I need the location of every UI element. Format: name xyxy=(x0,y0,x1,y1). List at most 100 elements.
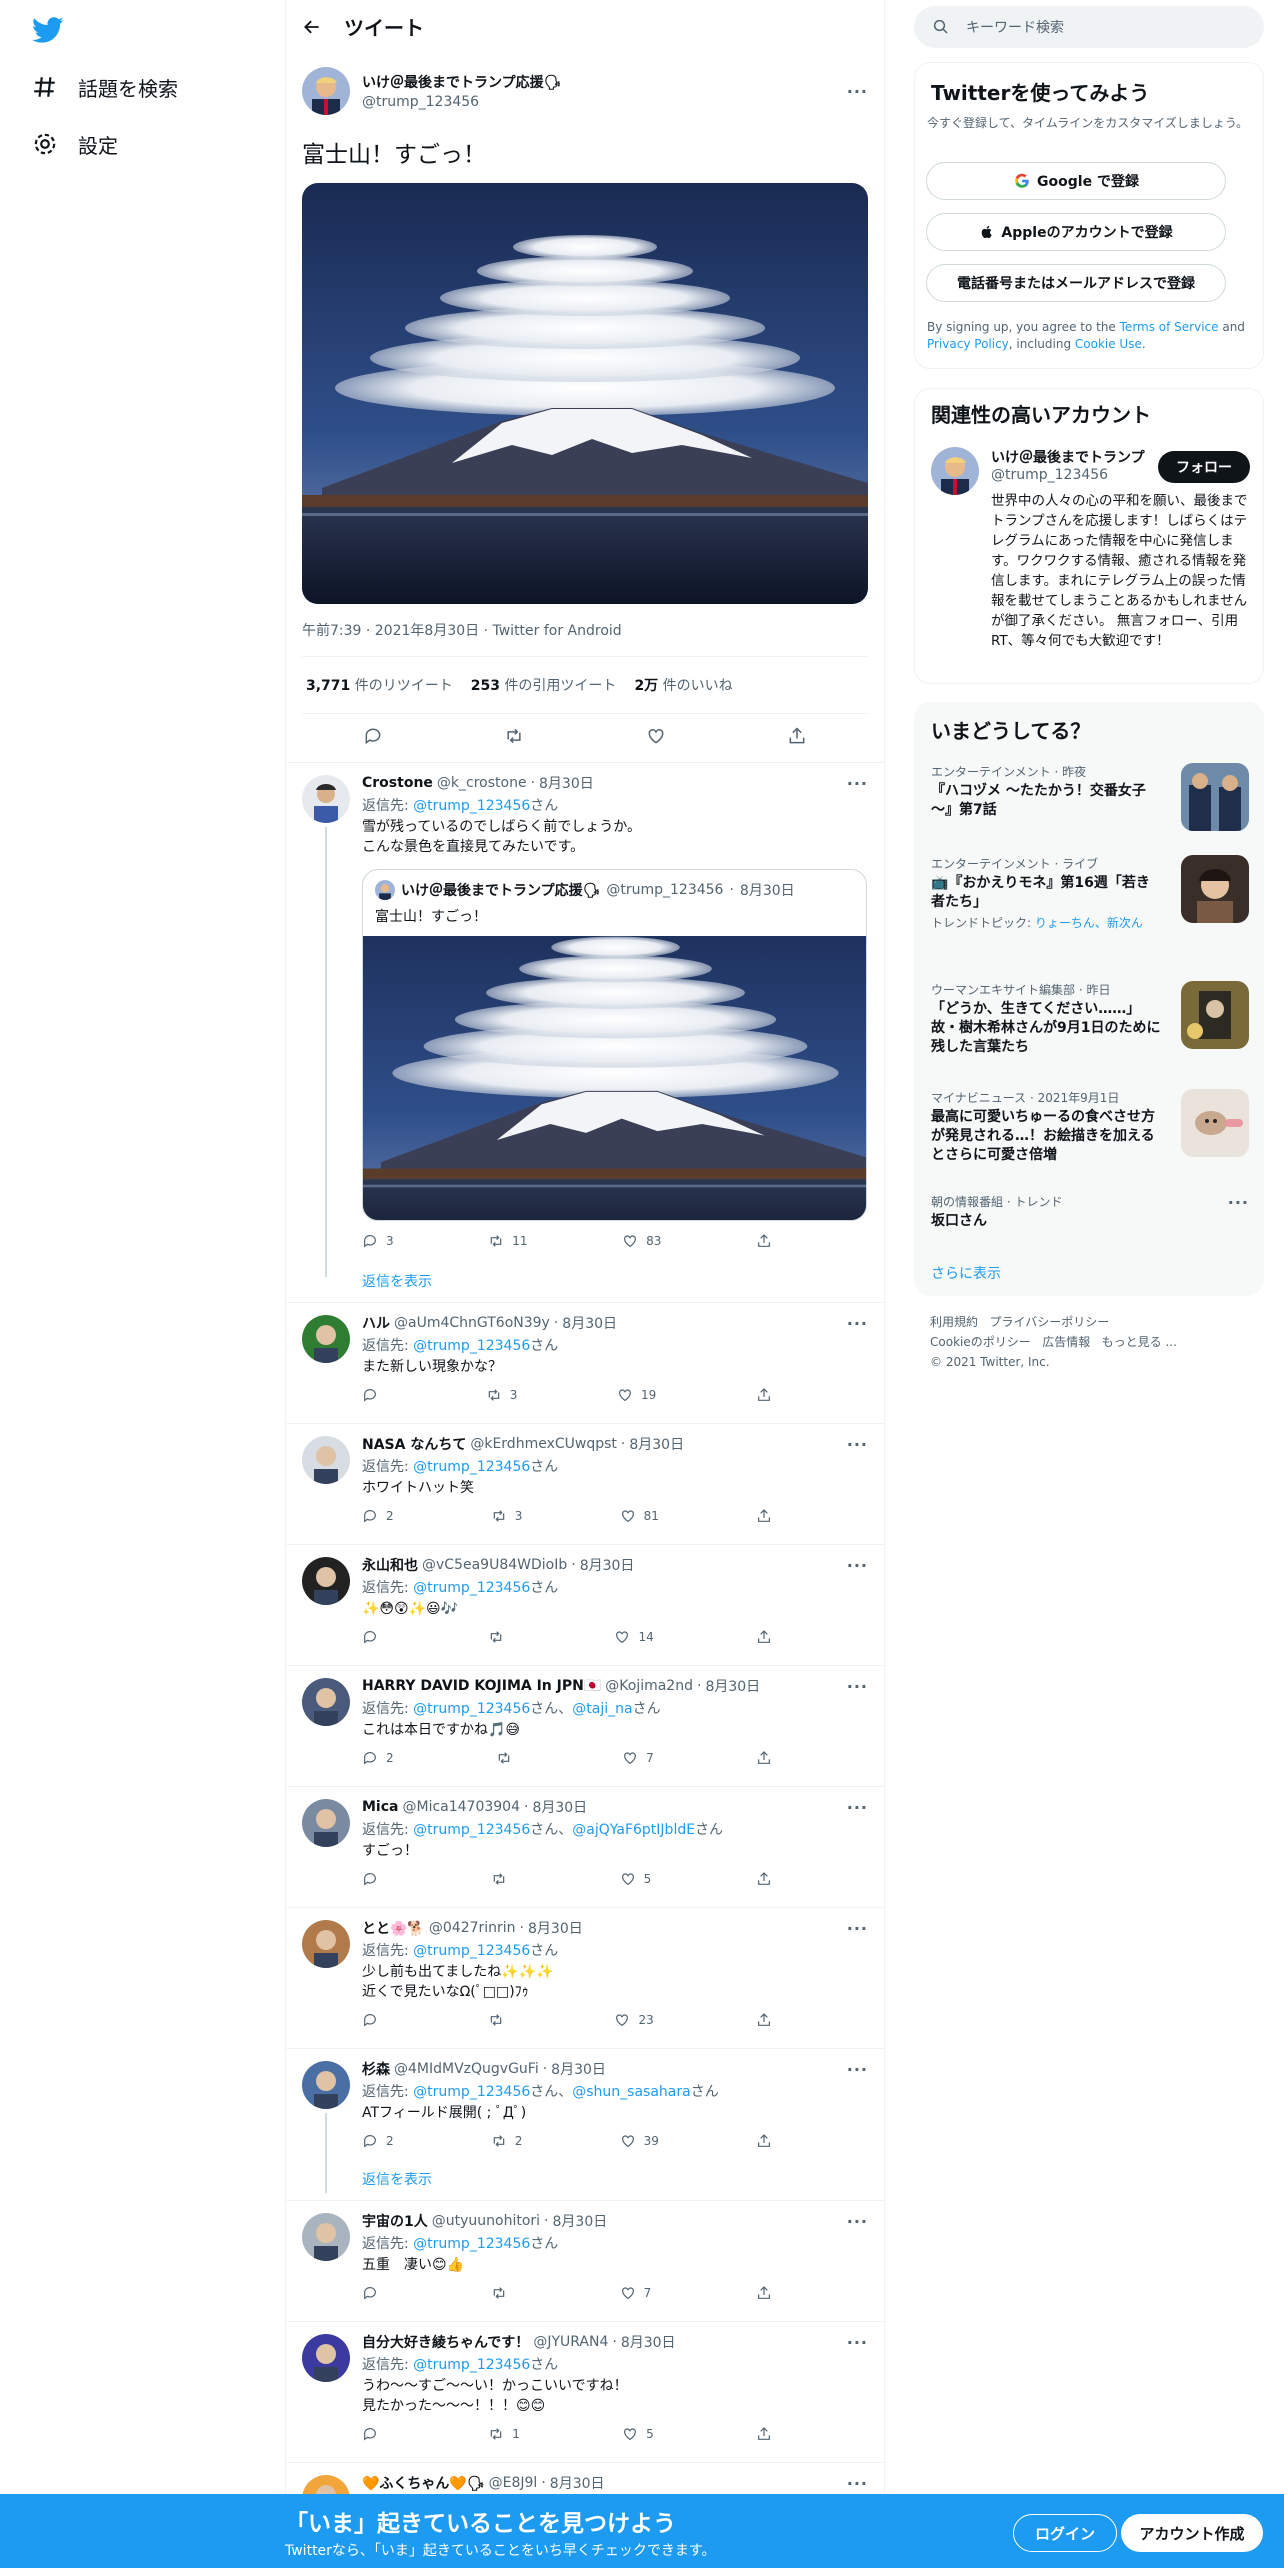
reply-date[interactable]: 8月30日 xyxy=(550,2473,605,2493)
follow-button[interactable]: フォロー xyxy=(1158,451,1250,483)
reply-date[interactable]: 8月30日 xyxy=(553,2211,608,2231)
back-arrow-icon[interactable] xyxy=(302,17,322,37)
reply-tweet[interactable]: 永山和也 @vC5ea9U84WDioIb · 8月30日 ··· 返信先: @trump… xyxy=(286,1545,884,1666)
like-button[interactable]: 7 xyxy=(620,2285,651,2301)
relevant-name[interactable]: いけ＠最後までトランプ xyxy=(991,447,1151,467)
apple-signup-button[interactable]: Appleのアカウントで登録 xyxy=(926,213,1226,251)
avatar[interactable] xyxy=(931,447,979,495)
share-button[interactable] xyxy=(756,2285,772,2301)
trend-item[interactable]: ウーマンエキサイト編集部 · 昨日 「どうか、生きてください……」故・樹木希林さ… xyxy=(931,981,1249,1057)
reply-author-handle[interactable]: @E8J9l xyxy=(489,2475,538,2491)
share-button[interactable] xyxy=(756,1871,772,1887)
reply-button[interactable]: 2 xyxy=(362,1508,394,1524)
reply-button[interactable]: 2 xyxy=(362,1750,394,1766)
avatar[interactable] xyxy=(302,1557,350,1605)
reply-author-handle[interactable]: @vC5ea9U84WDioIb xyxy=(422,1557,567,1573)
like-button[interactable]: 23 xyxy=(614,2012,654,2028)
like-count[interactable]: 2万 件のいいね xyxy=(634,675,732,695)
reply-author-name[interactable]: 宇宙の1人 xyxy=(362,2211,428,2231)
share-button[interactable] xyxy=(756,1629,772,1645)
reply-tweet[interactable]: HARRY DAVID KOJIMA In JPN🇯🇵 @Kojima2nd · 8月… xyxy=(286,1666,884,1787)
retweet-button[interactable] xyxy=(496,1750,520,1766)
mention-link[interactable]: @trump_123456 xyxy=(413,1943,530,1959)
reply-date[interactable]: 8月30日 xyxy=(580,1555,635,1575)
reply-date[interactable]: 8月30日 xyxy=(621,2332,676,2352)
like-button[interactable]: 39 xyxy=(620,2133,659,2149)
reply-author-handle[interactable]: @Mica14703904 xyxy=(402,1799,520,1815)
reply-author-handle[interactable]: @JYURAN4 xyxy=(533,2334,608,2350)
quoted-tweet[interactable]: いけ＠最後までトランプ応援🗣 @trump_123456 · 8月30日 富士山… xyxy=(362,869,867,1221)
heart-icon[interactable] xyxy=(646,726,666,750)
share-button[interactable] xyxy=(756,1387,772,1403)
trend-subtopic-link[interactable]: りょーちん、新次ん xyxy=(1035,916,1143,930)
reply-tweet[interactable]: とと🌸🐕 @0427rinrin · 8月30日 ··· 返信先: @trump_1234… xyxy=(286,1908,884,2049)
retweet-button[interactable]: 3 xyxy=(491,1508,522,1524)
more-icon[interactable]: ··· xyxy=(847,1798,868,1817)
twitter-logo-icon[interactable] xyxy=(32,14,64,46)
retweet-button[interactable]: 2 xyxy=(491,2133,522,2149)
cookie-link[interactable]: Cookie Use xyxy=(1075,337,1142,351)
avatar[interactable] xyxy=(302,1315,350,1363)
reply-author-name[interactable]: HARRY DAVID KOJIMA In JPN🇯🇵 xyxy=(362,1678,601,1694)
reply-button[interactable] xyxy=(362,1871,386,1887)
retweet-button[interactable]: 3 xyxy=(486,1387,517,1403)
retweet-count[interactable]: 3,771 件のリツイート xyxy=(306,675,453,695)
relevant-handle[interactable]: @trump_123456 xyxy=(991,467,1108,483)
avatar[interactable] xyxy=(302,2334,350,2382)
retweet-button[interactable]: 1 xyxy=(488,2426,520,2442)
mention-link[interactable]: @shun_sasahara xyxy=(572,2084,690,2100)
reply-tweet[interactable]: NASA なんちて @kErdhmexCUwqpst · 8月30日 ··· 返信先: @… xyxy=(286,1424,884,1545)
mention-link[interactable]: @trump_123456 xyxy=(413,1338,530,1354)
ads-info-link[interactable]: 広告情報 xyxy=(1042,1335,1090,1349)
retweet-button[interactable]: 11 xyxy=(488,1233,528,1249)
like-button[interactable]: 81 xyxy=(620,1508,659,1524)
reply-icon[interactable] xyxy=(363,726,383,750)
search-box[interactable]: キーワード検索 xyxy=(914,6,1264,48)
reply-date[interactable]: 8月30日 xyxy=(551,2059,606,2079)
reply-author-name[interactable]: Crostone xyxy=(362,775,433,791)
reply-tweet[interactable]: Crostone @k_crostone · 8月30日 ··· 返信先: @trump… xyxy=(286,763,884,1303)
trend-item[interactable]: 朝の情報番組 · トレンド 坂口さん ··· xyxy=(931,1193,1249,1231)
nav-settings[interactable]: 設定 xyxy=(32,124,118,164)
reply-date[interactable]: 8月30日 xyxy=(562,1313,617,1333)
avatar[interactable] xyxy=(302,1678,350,1726)
reply-button[interactable]: 2 xyxy=(362,2133,394,2149)
mention-link[interactable]: @trump_123456 xyxy=(413,2357,530,2373)
quote-count[interactable]: 253 件の引用ツイート xyxy=(471,675,617,695)
avatar[interactable] xyxy=(302,2213,350,2261)
terms-link[interactable]: Terms of Service xyxy=(1120,320,1219,334)
share-button[interactable] xyxy=(756,2012,772,2028)
trend-item[interactable]: エンターテインメント · ライブ 📺『おかえりモネ』第16週「若き者たち」 トレ… xyxy=(931,855,1249,931)
share-button[interactable] xyxy=(756,1233,772,1249)
mention-link[interactable]: @trump_123456 xyxy=(413,1580,530,1596)
reply-tweet[interactable]: 杉森 @4MIdMVzQugvGuFi · 8月30日 ··· 返信先: @trump_1… xyxy=(286,2049,884,2201)
avatar[interactable] xyxy=(302,1436,350,1484)
like-button[interactable]: 19 xyxy=(617,1387,656,1403)
share-icon[interactable] xyxy=(787,726,807,750)
share-button[interactable] xyxy=(756,1750,772,1766)
mention-link[interactable]: @trump_123456 xyxy=(413,1701,530,1717)
like-button[interactable]: 5 xyxy=(620,1871,651,1887)
author-handle[interactable]: @trump_123456 xyxy=(362,94,561,110)
reply-tweet[interactable]: 自分大好き綾ちゃんです！ @JYURAN4 · 8月30日 ··· 返信先: @trump… xyxy=(286,2322,884,2463)
phone-signup-button[interactable]: 電話番号またはメールアドレスで登録 xyxy=(926,264,1226,302)
reply-author-handle[interactable]: @4MIdMVzQugvGuFi xyxy=(394,2061,539,2077)
reply-date[interactable]: 8月30日 xyxy=(705,1676,760,1696)
reply-author-handle[interactable]: @aUm4ChnGT6oN39y xyxy=(394,1315,550,1331)
author-name[interactable]: いけ＠最後までトランプ応援🗣 xyxy=(362,72,561,92)
show-replies-link[interactable]: 返信を表示 xyxy=(362,1271,432,1291)
avatar[interactable] xyxy=(302,2061,350,2109)
show-replies-link[interactable]: 返信を表示 xyxy=(362,2169,432,2189)
retweet-icon[interactable] xyxy=(504,726,524,750)
more-icon[interactable]: ··· xyxy=(847,2333,868,2352)
reply-author-handle[interactable]: @0427rinrin xyxy=(429,1920,516,1936)
share-button[interactable] xyxy=(756,2426,772,2442)
search-input[interactable]: キーワード検索 xyxy=(966,17,1064,37)
more-icon[interactable]: ··· xyxy=(1228,1193,1249,1212)
like-button[interactable]: 14 xyxy=(614,1629,654,1645)
retweet-button[interactable] xyxy=(488,2012,512,2028)
privacy-link[interactable]: プライバシーポリシー xyxy=(989,1315,1109,1329)
privacy-link[interactable]: Privacy Policy xyxy=(927,337,1009,351)
mention-link[interactable]: @trump_123456 xyxy=(413,2236,530,2252)
reply-date[interactable]: 8月30日 xyxy=(539,773,594,793)
